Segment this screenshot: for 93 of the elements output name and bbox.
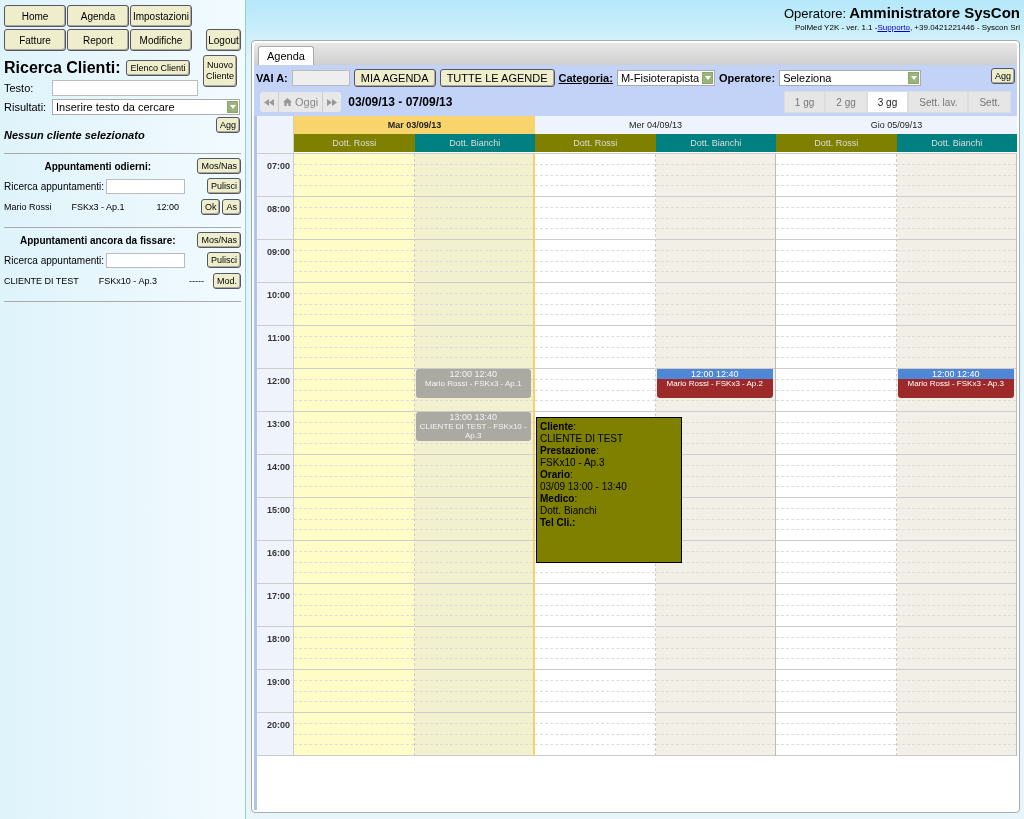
appointment[interactable]: 12:00 12:40 Mario Rossi - FSKx3 - Ap.2 — [656, 369, 773, 398]
results-dropdown[interactable]: Inserire testo da cercare — [52, 99, 240, 115]
tooltip-value: FSKx10 - Ap.3 — [540, 457, 606, 469]
appointment[interactable]: 12:00 12:40 Mario Rossi - FSKx3 - Ap.3 — [897, 369, 1014, 398]
clear-button[interactable]: Pulisci — [207, 252, 241, 268]
double-right-arrow-icon — [327, 98, 338, 106]
refresh-button[interactable]: Agg — [216, 117, 240, 133]
contact-info: , +39.0421221446 - Syscon Srl — [909, 23, 1020, 32]
tooltip-label: Prestazione: — [540, 445, 600, 457]
action-button[interactable]: Mod. — [213, 273, 241, 289]
section-title: Appuntamenti odierni: — [43, 160, 153, 172]
refresh-button[interactable]: Agg — [991, 68, 1015, 84]
date-field[interactable] — [291, 70, 350, 86]
operator-filter-label: Operatore: — [718, 72, 776, 84]
hour-label: 08:00 — [266, 204, 290, 214]
hour-label: 19:00 — [266, 677, 290, 687]
nav-button[interactable]: Impostazioni — [130, 5, 192, 27]
hour-label: 15:00 — [266, 505, 290, 515]
client-list-button[interactable]: Elenco Clienti — [126, 60, 190, 76]
view-button[interactable]: Sett. lav. — [908, 91, 969, 113]
text-field[interactable] — [52, 80, 198, 96]
tooltip-label: Tel Cli.: — [540, 517, 577, 529]
tooltip-value: Dott. Bianchi — [540, 505, 598, 517]
double-left-arrow-icon — [264, 98, 274, 106]
service-text: FSKx10 - Ap.3 — [98, 276, 157, 286]
time-text: ----- — [188, 276, 204, 286]
support-link[interactable]: Supporto — [877, 23, 910, 32]
section-title: Appuntamenti ancora da fissare: — [18, 234, 177, 246]
clear-button[interactable]: Pulisci — [207, 178, 241, 194]
hour-label: 13:00 — [266, 419, 290, 429]
nav-button[interactable]: Modifiche — [130, 29, 192, 51]
tooltip-value: 03/09 13:00 - 13:40 — [540, 481, 628, 493]
category-label: Categoria: — [558, 72, 613, 84]
hour-label: 18:00 — [266, 634, 290, 644]
category-dropdown[interactable]: M-Fisioterapista — [616, 70, 715, 86]
agenda-button[interactable]: TUTTE LE AGENDE — [439, 69, 555, 87]
tooltip-label: Cliente: — [540, 421, 578, 433]
tab[interactable]: Agenda — [258, 46, 314, 65]
client-name: Mario Rossi — [4, 202, 52, 212]
service-text: FSKx3 - Ap.1 — [71, 202, 125, 212]
view-button[interactable]: 2 gg — [825, 91, 867, 113]
operator-dropdown[interactable]: Seleziona — [779, 70, 922, 86]
home-icon — [283, 98, 292, 106]
nav-button[interactable]: Home — [4, 5, 66, 27]
tooltip-label: Orario: — [540, 469, 574, 481]
version-info: PolMed Y2K - ver. 1.1 - — [794, 23, 878, 32]
action-button[interactable]: As — [222, 199, 241, 215]
section-title: Ricerca Clienti: — [4, 59, 121, 77]
hour-label: 14:00 — [266, 462, 290, 472]
hour-label: 16:00 — [266, 548, 290, 558]
client-name: CLIENTE DI TEST — [4, 276, 79, 286]
hour-label: 12:00 — [266, 376, 290, 386]
operator-name: Amministratore SysCon — [849, 4, 1020, 21]
field-label: Ricerca appuntamenti: — [4, 180, 106, 192]
nav-button[interactable]: Agenda — [67, 5, 129, 27]
doctor-header: Dott. Rossi — [535, 134, 656, 152]
doctor-header: Dott. Bianchi — [655, 134, 776, 152]
doctor-header: Dott. Rossi — [776, 134, 897, 152]
field-label: Risultati: — [4, 101, 48, 113]
time-text: 12:00 — [156, 202, 180, 212]
hour-label: 20:00 — [266, 720, 290, 730]
client-status: Nessun cliente selezionato — [4, 129, 146, 141]
nav-button[interactable]: Report — [67, 29, 129, 51]
day-header[interactable]: Mar 03/09/13 — [294, 116, 535, 134]
search-field[interactable] — [106, 252, 185, 268]
toggle-button[interactable]: Mos/Nas — [197, 158, 241, 174]
view-button[interactable]: 3 gg — [866, 91, 909, 113]
goto-label: VAI A: — [256, 72, 288, 84]
logout-button[interactable]: Logout — [206, 29, 241, 51]
doctor-header: Dott. Bianchi — [414, 134, 535, 152]
new-client-button[interactable]: Nuovo Cliente — [203, 55, 237, 87]
field-label: Testo: — [4, 82, 35, 94]
hour-label: 17:00 — [266, 591, 290, 601]
view-button[interactable]: Sett. — [968, 91, 1011, 113]
hour-label: 09:00 — [266, 247, 290, 257]
hour-label: 11:00 — [267, 333, 290, 343]
date-range: 03/09/13 - 07/09/13 — [348, 95, 453, 109]
tooltip-label: Medico: — [540, 493, 579, 505]
nav-button[interactable]: Fatture — [4, 29, 66, 51]
day-header[interactable]: Mer 04/09/13 — [535, 116, 776, 134]
day-header[interactable]: Gio 05/09/13 — [776, 116, 1017, 134]
tooltip-value: CLIENTE DI TEST — [540, 433, 625, 445]
agenda-button[interactable]: MIA AGENDA — [353, 69, 436, 87]
doctor-header: Dott. Bianchi — [896, 134, 1017, 152]
toggle-button[interactable]: Mos/Nas — [197, 232, 241, 248]
hour-label: 07:00 — [266, 161, 290, 171]
operator-label: Operatore: — [783, 6, 847, 21]
view-button[interactable]: 1 gg — [783, 91, 826, 113]
action-button[interactable]: Ok — [200, 199, 221, 215]
doctor-header: Dott. Rossi — [294, 134, 415, 152]
field-label: Ricerca appuntamenti: — [4, 254, 106, 266]
search-field[interactable] — [106, 178, 185, 194]
hour-label: 10:00 — [266, 290, 290, 300]
